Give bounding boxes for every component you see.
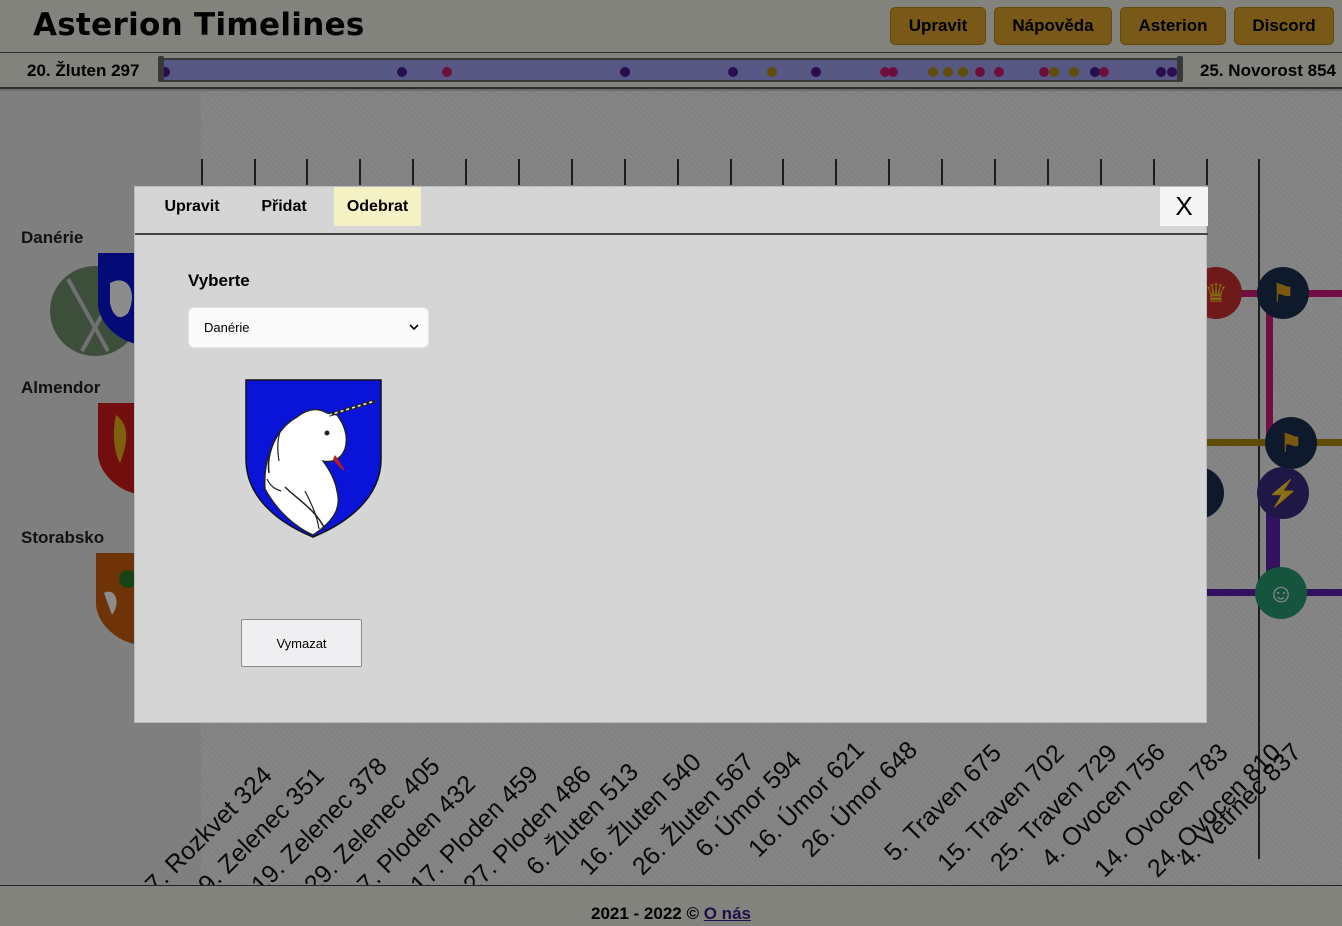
modal-tab-bar: Upravit Přidat Odebrat X — [135, 187, 1208, 235]
close-button[interactable]: X — [1160, 187, 1208, 226]
select-label: Vyberte — [188, 271, 250, 290]
faction-select-value: Danérie — [204, 320, 250, 335]
faction-select[interactable]: Danérie — [188, 307, 429, 348]
tab-pridat[interactable]: Přidat — [247, 187, 321, 226]
tab-odebrat[interactable]: Odebrat — [334, 187, 421, 226]
close-icon: X — [1175, 191, 1193, 221]
faction-modal: Upravit Přidat Odebrat X Vyberte Danérie… — [134, 186, 1208, 723]
delete-button[interactable]: Vymazat — [241, 619, 362, 667]
chevron-down-icon — [409, 324, 419, 331]
tab-upravit[interactable]: Upravit — [150, 187, 234, 226]
unicorn-shield-icon — [245, 379, 382, 538]
